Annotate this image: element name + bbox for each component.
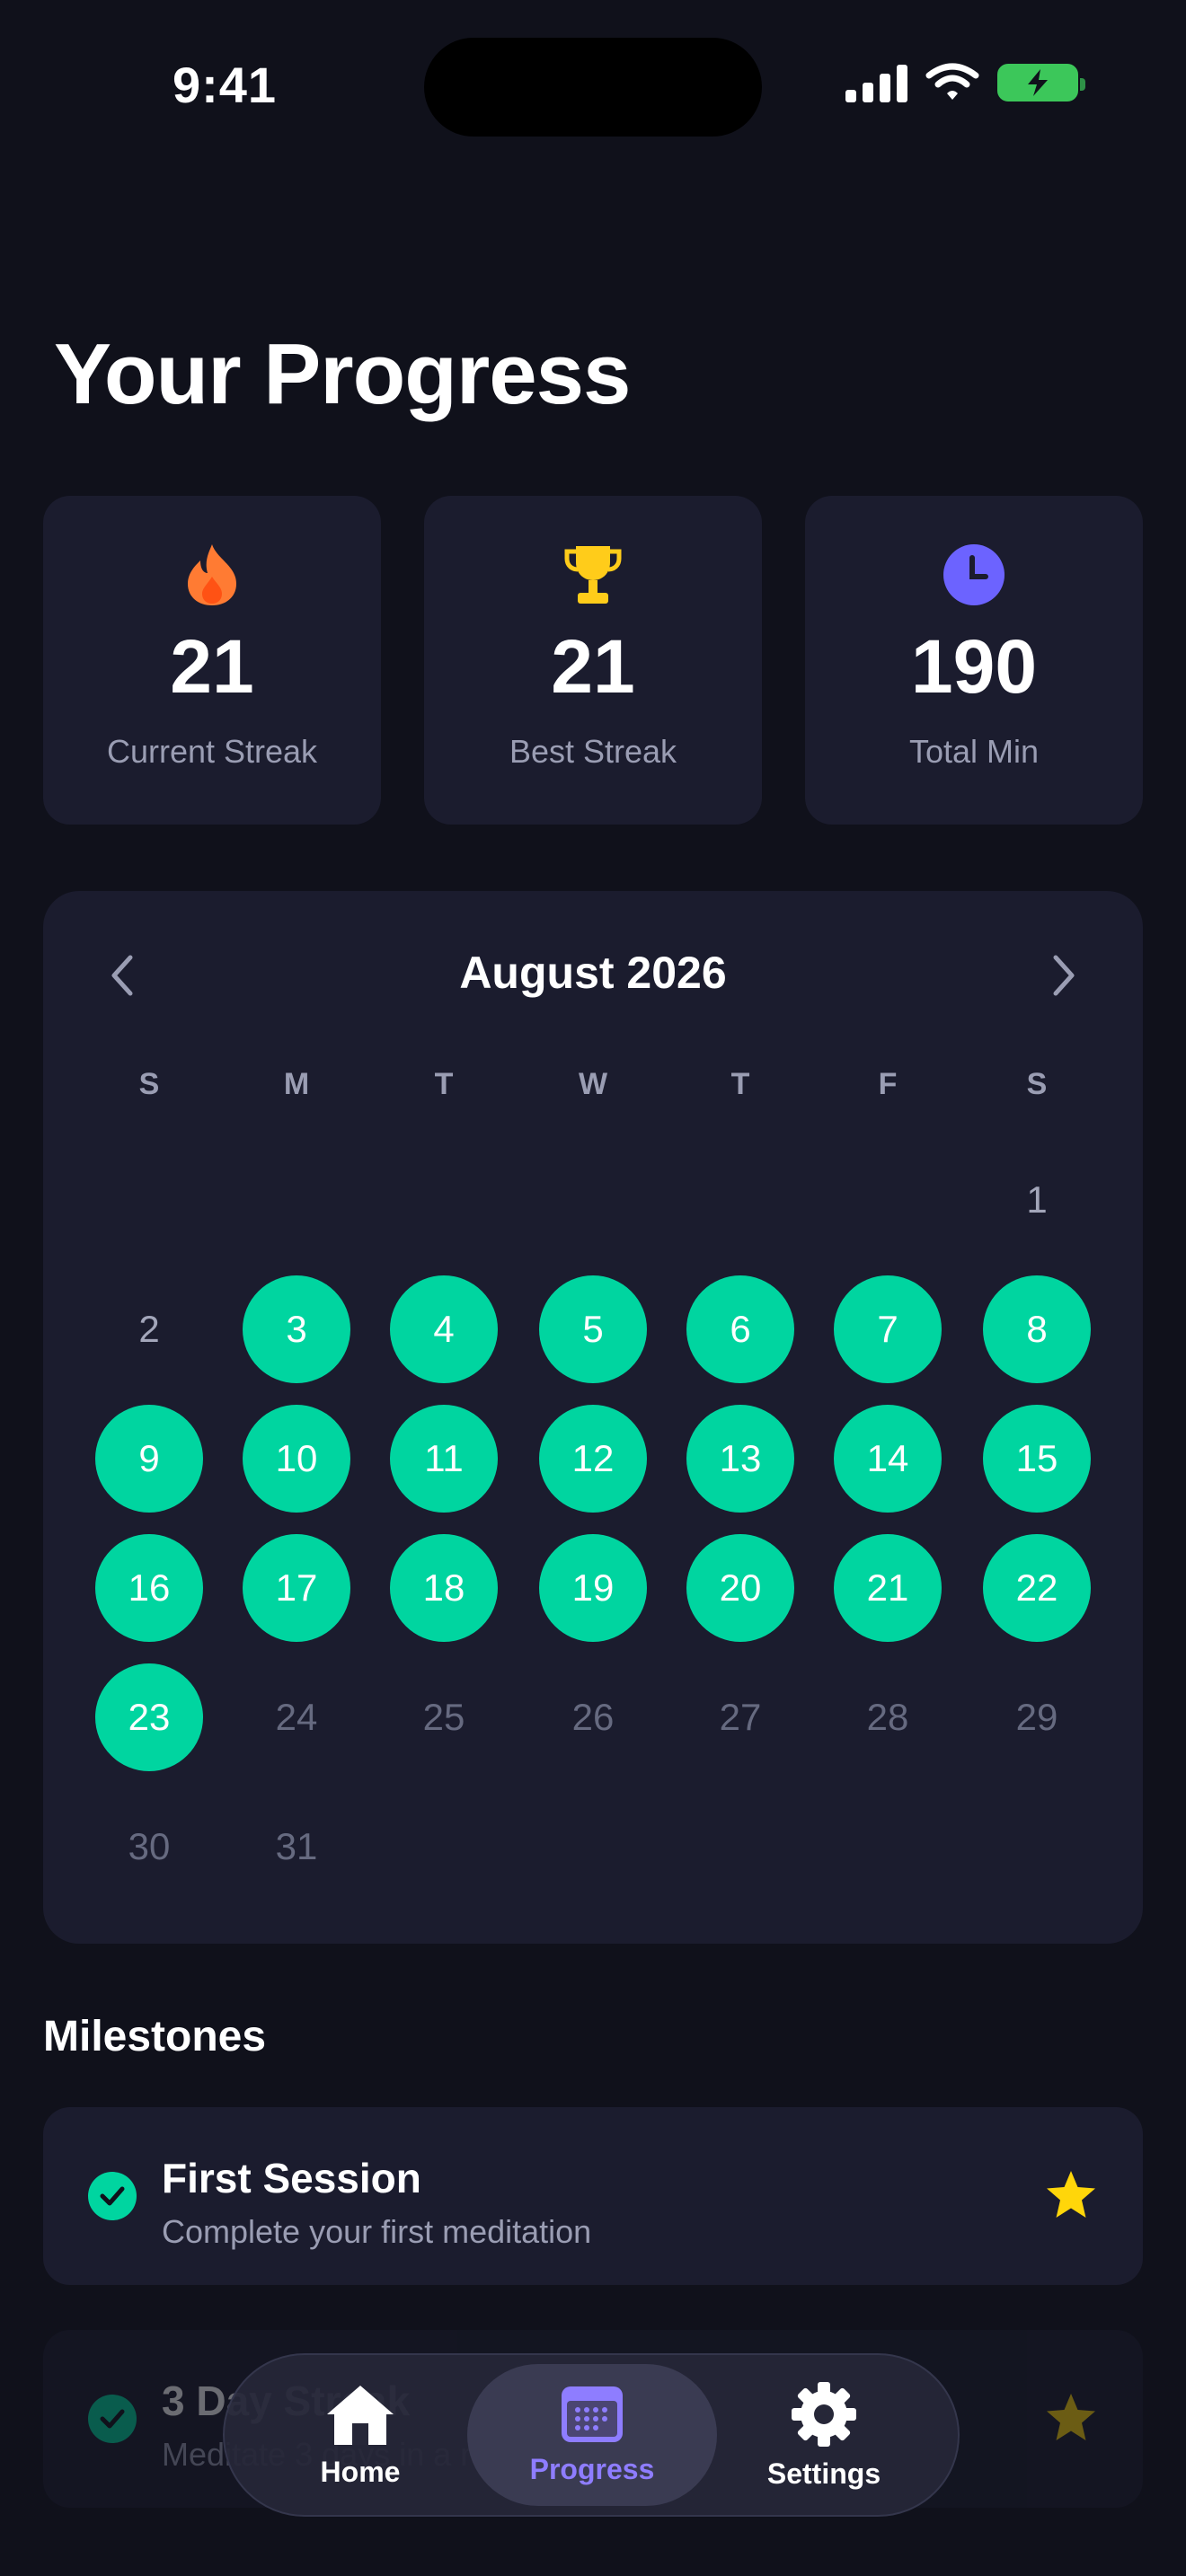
star-icon xyxy=(1044,2168,1098,2227)
calendar-day[interactable]: 11 xyxy=(390,1405,498,1513)
calendar-day[interactable]: 8 xyxy=(983,1275,1091,1383)
status-time: 9:41 xyxy=(172,57,278,113)
calendar-day[interactable]: 27 xyxy=(686,1663,794,1771)
calendar-day[interactable]: 2 xyxy=(95,1275,203,1383)
weekday-label: F xyxy=(878,1067,898,1101)
calendar-day[interactable]: 26 xyxy=(539,1663,647,1771)
calendar-day[interactable]: 16 xyxy=(95,1534,203,1642)
weekday-label: M xyxy=(283,1067,310,1101)
calendar-day[interactable]: 21 xyxy=(834,1534,942,1642)
calendar-day[interactable]: 25 xyxy=(390,1663,498,1771)
page-title: Your Progress xyxy=(54,326,631,422)
milestone-title: First Session xyxy=(162,2155,421,2201)
calendar-day[interactable]: 29 xyxy=(983,1663,1091,1771)
stat-value: 21 xyxy=(170,624,254,709)
checkmark-icon xyxy=(88,2395,137,2443)
current-streak-card: 21 Current Streak xyxy=(43,496,381,825)
streak-calendar: August 2026 S M T W T F S 1 2 3 4 5 6 7 8 9 10 11 1… xyxy=(43,891,1143,1944)
stats-row: 21 Current Streak 21 Best Streak 190 Tot… xyxy=(43,496,1143,825)
milestone-description: Complete your first meditation xyxy=(162,2213,592,2250)
calendar-day[interactable]: 3 xyxy=(243,1275,350,1383)
chevron-right-icon xyxy=(1053,955,1075,996)
weekday-label: S xyxy=(1026,1067,1048,1101)
previous-month-button[interactable] xyxy=(95,948,149,1002)
stat-label: Current Streak xyxy=(106,733,318,770)
trophy-icon xyxy=(424,541,762,609)
calendar-day[interactable]: 9 xyxy=(95,1405,203,1513)
checkmark-icon xyxy=(88,2172,137,2220)
calendar-day[interactable]: 31 xyxy=(243,1793,350,1901)
calendar-day[interactable]: 13 xyxy=(686,1405,794,1513)
clock-icon xyxy=(805,541,1143,609)
stat-label: Best Streak xyxy=(509,733,677,770)
milestones-title: Milestones xyxy=(43,2013,267,2060)
calendar-day[interactable]: 7 xyxy=(834,1275,942,1383)
calendar-day[interactable]: 30 xyxy=(95,1793,203,1901)
calendar-day[interactable]: 14 xyxy=(834,1405,942,1513)
tab-progress[interactable]: Progress xyxy=(467,2364,717,2506)
calendar-icon xyxy=(562,2386,623,2442)
calendar-month-label: August 2026 xyxy=(459,948,727,998)
tab-bar: Home Progress Settings xyxy=(223,2353,960,2517)
milestone-card: First Session Complete your first medita… xyxy=(43,2107,1143,2285)
calendar-header: August 2026 xyxy=(43,941,1143,1004)
calendar-day[interactable]: 22 xyxy=(983,1534,1091,1642)
calendar-day[interactable]: 18 xyxy=(390,1534,498,1642)
weekday-label: W xyxy=(578,1067,608,1101)
cellular-signal-icon xyxy=(845,63,907,102)
tab-label: Progress xyxy=(529,2452,655,2485)
calendar-day[interactable]: 23 xyxy=(95,1663,203,1771)
stat-value: 21 xyxy=(551,624,635,709)
wifi-icon xyxy=(925,63,979,100)
calendar-day[interactable]: 6 xyxy=(686,1275,794,1383)
battery-icon xyxy=(997,64,1085,101)
calendar-day[interactable]: 17 xyxy=(243,1534,350,1642)
weekday-label: S xyxy=(138,1067,160,1101)
calendar-day[interactable]: 5 xyxy=(539,1275,647,1383)
tab-settings[interactable]: Settings xyxy=(699,2364,949,2506)
calendar-day[interactable]: 10 xyxy=(243,1405,350,1513)
total-minutes-card: 190 Total Min xyxy=(805,496,1143,825)
tab-label: Settings xyxy=(766,2457,881,2490)
status-icons xyxy=(845,63,1085,102)
tab-home[interactable]: Home xyxy=(235,2364,485,2506)
flame-icon xyxy=(43,541,381,609)
calendar-day[interactable]: 4 xyxy=(390,1275,498,1383)
weekday-label: T xyxy=(730,1067,750,1101)
calendar-day[interactable]: 15 xyxy=(983,1405,1091,1513)
tab-label: Home xyxy=(320,2455,401,2488)
home-icon xyxy=(327,2385,394,2445)
stat-label: Total Min xyxy=(908,733,1040,770)
calendar-day[interactable]: 1 xyxy=(983,1146,1091,1254)
calendar-day[interactable]: 12 xyxy=(539,1405,647,1513)
calendar-day[interactable]: 24 xyxy=(243,1663,350,1771)
best-streak-card: 21 Best Streak xyxy=(424,496,762,825)
calendar-day[interactable]: 19 xyxy=(539,1534,647,1642)
calendar-day[interactable]: 28 xyxy=(834,1663,942,1771)
star-icon xyxy=(1044,2391,1098,2449)
gear-icon xyxy=(792,2381,856,2447)
dynamic-island xyxy=(424,38,762,137)
calendar-day[interactable]: 20 xyxy=(686,1534,794,1642)
next-month-button[interactable] xyxy=(1037,948,1091,1002)
stat-value: 190 xyxy=(910,624,1038,709)
chevron-left-icon xyxy=(111,955,133,996)
weekday-label: T xyxy=(434,1067,454,1101)
